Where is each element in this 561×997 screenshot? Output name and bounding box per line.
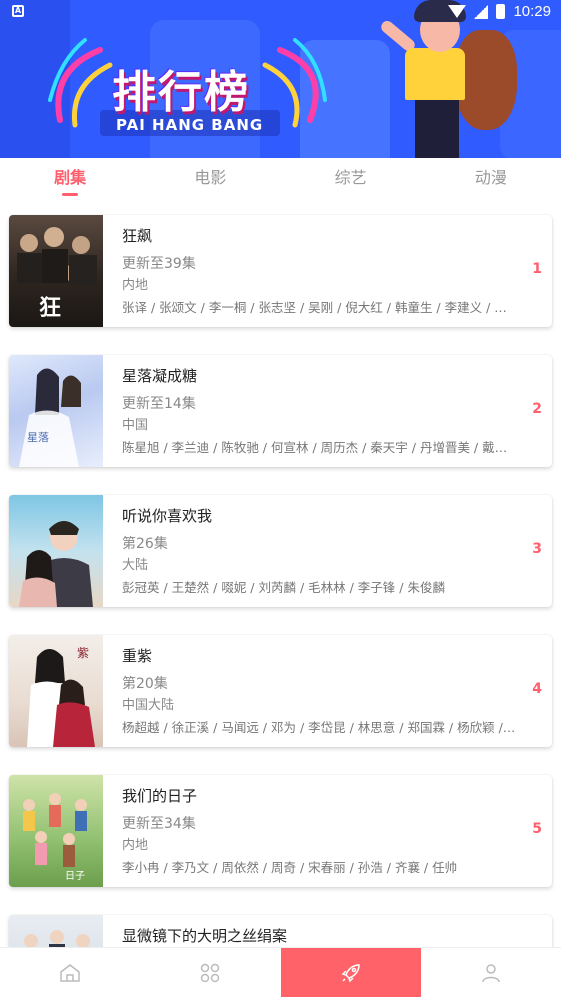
list-item[interactable]: 星落 星落凝成糖 更新至14集 中国 陈星旭 / 李兰迪 / 陈牧驰 / 何宣林… — [9, 355, 552, 467]
nav-home[interactable] — [0, 948, 140, 997]
item-update: 第26集 — [122, 536, 168, 552]
tab-anime[interactable]: 动漫 — [421, 158, 561, 200]
item-title: 星落凝成糖 — [122, 367, 198, 385]
notification-icon: A — [12, 5, 24, 17]
rank-number: 1 — [532, 261, 542, 277]
home-icon — [60, 963, 80, 982]
item-region: 大陆 — [122, 558, 149, 573]
app-screen: 排行榜 PAI HANG BANG A 10:29 剧集 电影 综艺 动漫 狂 … — [0, 0, 561, 997]
item-update: 更新至34集 — [122, 816, 196, 832]
hero-subtitle: PAI HANG BANG — [116, 116, 264, 134]
item-cast: 陈星旭 / 李兰迪 / 陈牧驰 / 何宣林 / 周历杰 / 秦天宇 / 丹增晋美… — [122, 440, 517, 455]
poster-image — [9, 915, 103, 947]
list-item[interactable]: 紫 重紫 第20集 中国大陆 杨超越 / 徐正溪 / 马闻远 / 邓为 / 李岱… — [9, 635, 552, 747]
tab-variety[interactable]: 综艺 — [281, 158, 421, 200]
status-time: 10:29 — [513, 3, 551, 20]
list-item[interactable]: 狂 狂飙 更新至39集 内地 张译 / 张颂文 / 李一桐 / 张志坚 / 吴刚… — [9, 215, 552, 327]
item-title: 狂飙 — [122, 227, 153, 245]
list-item[interactable]: 听说你喜欢我 第26集 大陆 彭冠英 / 王楚然 / 啜妮 / 刘芮麟 / 毛林… — [9, 495, 552, 607]
ranking-list: 狂 狂飙 更新至39集 内地 张译 / 张颂文 / 李一桐 / 张志坚 / 吴刚… — [0, 200, 561, 947]
item-title: 我们的日子 — [122, 787, 198, 805]
item-update: 第20集 — [122, 676, 168, 692]
item-region: 中国 — [122, 418, 149, 433]
poster-image: 紫 — [9, 635, 103, 747]
nav-ranking[interactable] — [280, 948, 421, 997]
rank-number: 2 — [532, 401, 542, 417]
svg-text:紫: 紫 — [77, 646, 89, 660]
svg-text:日子: 日子 — [65, 870, 85, 882]
category-tabs: 剧集 电影 综艺 动漫 — [0, 158, 561, 200]
rank-number: 4 — [532, 681, 542, 697]
poster-image — [9, 495, 103, 607]
item-cast: 彭冠英 / 王楚然 / 啜妮 / 刘芮麟 / 毛林林 / 李子锋 / 朱俊麟 — [122, 580, 445, 595]
rank-number: 5 — [532, 821, 542, 837]
item-cast: 李小冉 / 李乃文 / 周依然 / 周奇 / 宋春丽 / 孙浩 / 齐襄 / 任… — [122, 860, 458, 875]
item-cast: 张译 / 张颂文 / 李一桐 / 张志坚 / 吴刚 / 倪大红 / 韩童生 / … — [122, 300, 517, 315]
nav-category[interactable] — [140, 948, 280, 997]
item-update: 更新至39集 — [122, 256, 196, 272]
poster-image: 狂 — [9, 215, 103, 327]
rocket-icon — [341, 963, 360, 982]
bottom-nav — [0, 947, 561, 997]
grid-icon — [201, 963, 220, 982]
item-region: 中国大陆 — [122, 698, 175, 713]
nav-profile[interactable] — [421, 948, 561, 997]
item-title: 显微镜下的大明之丝绢案 — [122, 927, 288, 945]
item-title: 重紫 — [122, 647, 153, 665]
item-update: 更新至14集 — [122, 396, 196, 412]
item-cast: 杨超越 / 徐正溪 / 马闻远 / 邓为 / 李岱昆 / 林思意 / 郑国霖 /… — [122, 720, 517, 735]
tab-drama[interactable]: 剧集 — [0, 158, 140, 200]
signal-icon — [474, 4, 489, 19]
user-icon — [482, 963, 500, 982]
svg-text:狂: 狂 — [39, 296, 61, 321]
item-title: 听说你喜欢我 — [122, 507, 213, 525]
tab-movie[interactable]: 电影 — [140, 158, 280, 200]
poster-image: 星落 — [9, 355, 103, 467]
wifi-icon — [448, 5, 467, 18]
hero-title: 排行榜 — [112, 67, 250, 118]
hero-banner: 排行榜 PAI HANG BANG A 10:29 — [0, 0, 561, 160]
list-item[interactable]: 日子 我们的日子 更新至34集 内地 李小冉 / 李乃文 / 周依然 / 周奇 … — [9, 775, 552, 887]
rank-number: 3 — [532, 541, 542, 557]
list-item[interactable]: 显微镜下的大明之丝绢案 — [9, 915, 552, 947]
svg-text:星落: 星落 — [27, 431, 49, 444]
status-bar: A 10:29 — [0, 0, 561, 26]
poster-image: 日子 — [9, 775, 103, 887]
battery-icon — [496, 4, 506, 19]
item-region: 内地 — [122, 278, 149, 293]
item-region: 内地 — [122, 838, 149, 853]
